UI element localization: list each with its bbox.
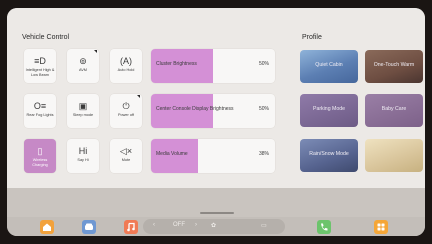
profile-label: One-Touch Warm — [373, 62, 415, 68]
tile-label: Intelligent High & Low Beam — [25, 68, 55, 77]
submenu-indicator — [94, 50, 97, 53]
slider-console-brightness[interactable]: Center Console Display Brightness 50% — [151, 94, 275, 128]
slider-value: 50% — [258, 61, 269, 67]
panel-drag-handle[interactable] — [200, 212, 234, 214]
submenu-indicator — [137, 95, 140, 98]
mute-icon: ◁× — [119, 146, 133, 156]
apps-button[interactable] — [374, 220, 388, 234]
tile-label: AVM — [79, 68, 87, 72]
profile-label: Quiet Cabin — [315, 62, 343, 68]
tile-label: Wireless Charging — [32, 158, 48, 167]
high-low-beam-icon: ≡D — [34, 56, 46, 66]
home-button[interactable] — [40, 220, 54, 234]
car-button[interactable] — [82, 220, 96, 234]
climate-control-bar[interactable]: ‹ OFF › ✿ ▭ — [143, 219, 285, 234]
slider-cluster-brightness[interactable]: Cluster Brightness 50% — [151, 49, 275, 83]
profile-label: Parking Mode — [312, 106, 345, 112]
profile-quiet-cabin[interactable]: Quiet Cabin — [300, 50, 358, 83]
slider-label: Center Console Display Brightness — [156, 106, 234, 112]
bottom-dock: ‹ OFF › ✿ ▭ — [7, 217, 425, 236]
profile-card-extra[interactable] — [365, 139, 423, 172]
slider-media-volume[interactable]: Media Volume 38% — [151, 139, 275, 173]
profile-label: Rain/Snow Mode — [309, 151, 349, 157]
music-icon — [127, 222, 135, 232]
car-display-screen: Vehicle Control Profile ≡D Intelligent H… — [7, 8, 425, 236]
profile-one-touch-warm[interactable]: One-Touch Warm — [365, 50, 423, 83]
slider-value: 50% — [258, 106, 269, 112]
main-panel: Vehicle Control Profile ≡D Intelligent H… — [7, 8, 425, 188]
tile-label: Mute — [121, 158, 131, 162]
rear-fog-light-icon: O≡ — [33, 101, 47, 111]
chevron-left-icon[interactable]: ‹ — [153, 222, 155, 228]
apps-grid-icon — [377, 223, 385, 231]
tile-mute[interactable]: ◁× Mute — [110, 139, 142, 173]
phone-icon — [321, 223, 328, 231]
slider-value: 38% — [258, 151, 269, 157]
vehicle-control-title: Vehicle Control — [22, 34, 70, 41]
wireless-charging-icon: ▯ — [37, 146, 43, 156]
auto-hold-icon: (A) — [120, 56, 132, 66]
tile-wireless-charging[interactable]: ▯ Wireless Charging — [24, 139, 56, 173]
profile-rain-snow-mode[interactable]: Rain/Snow Mode — [300, 139, 358, 172]
music-button[interactable] — [124, 220, 138, 234]
say-hi-icon: Hi — [78, 146, 88, 156]
slider-label: Cluster Brightness — [156, 61, 197, 67]
profile-baby-care[interactable]: Baby Care — [365, 94, 423, 127]
seat-heat-icon[interactable]: ▭ — [261, 222, 267, 229]
tile-rear-fog-lights[interactable]: O≡ Rear Fog Lights — [24, 94, 56, 128]
car-icon — [85, 223, 93, 230]
chevron-right-icon[interactable]: › — [195, 222, 197, 228]
tile-avm[interactable]: ⊚ AVM — [67, 49, 99, 83]
tile-sleep-mode[interactable]: ▣ Sleep mode — [67, 94, 99, 128]
tile-label: Rear Fog Lights — [26, 113, 54, 117]
ac-status: OFF — [173, 222, 185, 228]
tile-power-off[interactable]: ⏻ Power off — [110, 94, 142, 128]
slider-label: Media Volume — [156, 151, 188, 157]
profile-parking-mode[interactable]: Parking Mode — [300, 94, 358, 127]
tile-label: Say Hi — [77, 158, 89, 162]
tile-label: Sleep mode — [72, 113, 94, 117]
phone-button[interactable] — [317, 220, 331, 234]
fan-icon[interactable]: ✿ — [211, 222, 216, 229]
sleep-mode-icon: ▣ — [78, 101, 88, 111]
profile-label: Baby Care — [381, 106, 407, 112]
tile-say-hi[interactable]: Hi Say Hi — [67, 139, 99, 173]
tile-auto-hold[interactable]: (A) Auto Hold — [110, 49, 142, 83]
camera-view-icon: ⊚ — [79, 56, 87, 66]
home-icon — [43, 223, 51, 231]
profile-title: Profile — [302, 34, 322, 41]
power-icon: ⏻ — [122, 101, 130, 111]
tile-high-low-beam[interactable]: ≡D Intelligent High & Low Beam — [24, 49, 56, 83]
tile-label: Auto Hold — [117, 68, 135, 72]
tile-label: Power off — [118, 113, 134, 117]
